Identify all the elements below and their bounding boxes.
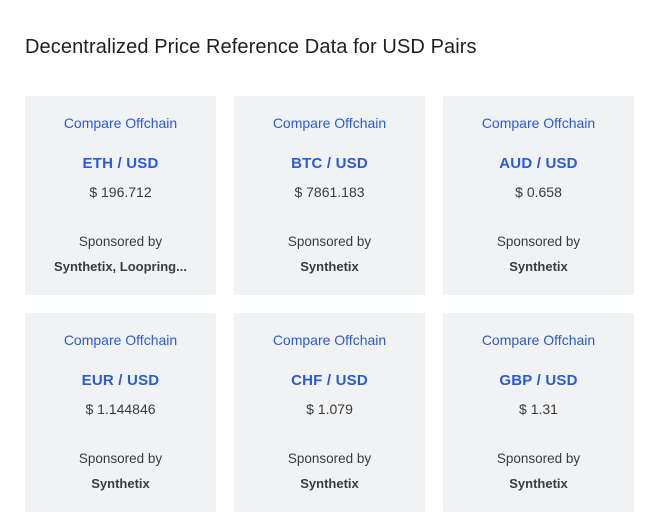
sponsor-names: Synthetix [300,259,359,274]
price-feed-card-chf-usd[interactable]: Compare Offchain CHF / USD $ 1.079 Spons… [234,313,425,512]
sponsored-by-label: Sponsored by [78,234,163,249]
pair-price: $ 1.079 [306,401,353,417]
pair-price: $ 196.712 [89,184,152,200]
compare-offchain-link[interactable]: Compare Offchain [443,115,634,131]
compare-offchain-link[interactable]: Compare Offchain [25,115,216,131]
sponsor-names: Synthetix, Loopring... [54,259,187,274]
pair-name[interactable]: CHF / USD [234,372,425,389]
pair-name[interactable]: GBP / USD [443,372,634,389]
sponsored-by-label: Sponsored by [78,451,163,466]
sponsor-names: Synthetix [509,259,568,274]
price-feed-card-eth-usd[interactable]: Compare Offchain ETH / USD $ 196.712 Spo… [25,96,216,295]
sponsor-names: Synthetix [300,476,359,491]
sponsored-by-label: Sponsored by [287,234,372,249]
sponsored-by-label: Sponsored by [287,451,372,466]
pair-name[interactable]: AUD / USD [443,155,634,172]
sponsor-names: Synthetix [91,476,150,491]
compare-offchain-link[interactable]: Compare Offchain [443,332,634,348]
pair-name[interactable]: ETH / USD [25,155,216,172]
sponsored-by-label: Sponsored by [496,234,581,249]
sponsored-by-label: Sponsored by [496,451,581,466]
pair-price: $ 7861.183 [294,184,365,200]
compare-offchain-link[interactable]: Compare Offchain [234,115,425,131]
pair-name[interactable]: EUR / USD [25,372,216,389]
compare-offchain-link[interactable]: Compare Offchain [234,332,425,348]
pair-name[interactable]: BTC / USD [234,155,425,172]
price-feed-card-btc-usd[interactable]: Compare Offchain BTC / USD $ 7861.183 Sp… [234,96,425,295]
price-feed-card-gbp-usd[interactable]: Compare Offchain GBP / USD $ 1.31 Sponso… [443,313,634,512]
price-feed-grid: Compare Offchain ETH / USD $ 196.712 Spo… [25,96,634,512]
compare-offchain-link[interactable]: Compare Offchain [25,332,216,348]
pair-price: $ 1.31 [519,401,558,417]
page-title: Decentralized Price Reference Data for U… [25,36,477,58]
page: Decentralized Price Reference Data for U… [0,0,654,523]
price-feed-card-aud-usd[interactable]: Compare Offchain AUD / USD $ 0.658 Spons… [443,96,634,295]
price-feed-card-eur-usd[interactable]: Compare Offchain EUR / USD $ 1.144846 Sp… [25,313,216,512]
pair-price: $ 1.144846 [85,401,156,417]
sponsor-names: Synthetix [509,476,568,491]
pair-price: $ 0.658 [515,184,562,200]
